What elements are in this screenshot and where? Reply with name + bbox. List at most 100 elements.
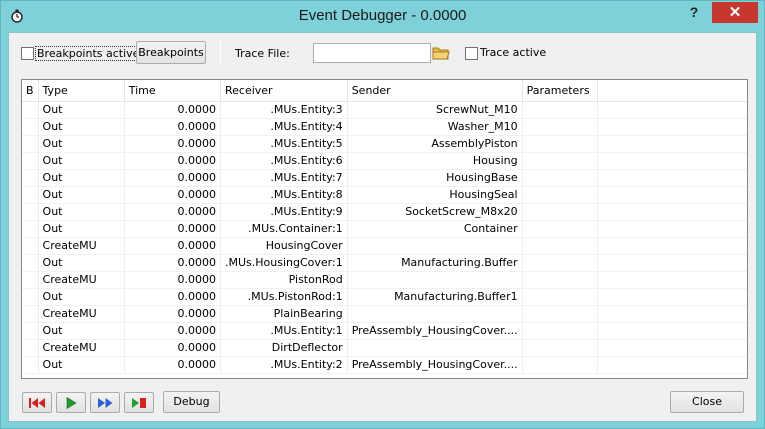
table-row[interactable]: Out 0.0000 .MUs.Entity:9 SocketScrew_M8x20: [22, 203, 747, 221]
table-row[interactable]: Out 0.0000 .MUs.Entity:7 HousingBase: [22, 169, 747, 187]
cell-filler: [597, 237, 747, 255]
column-header-b[interactable]: B: [22, 80, 39, 102]
step-stop-button[interactable]: [124, 392, 154, 413]
cell-filler: [597, 101, 747, 119]
cell-time: 0.0000: [124, 271, 221, 289]
cell-time: 0.0000: [124, 135, 221, 153]
cell-b: [22, 339, 39, 357]
table-row[interactable]: CreateMU 0.0000 HousingCover: [22, 237, 747, 255]
cell-receiver: .MUs.Container:1: [220, 220, 348, 238]
cell-receiver: .MUs.PistonRod:1: [220, 288, 348, 306]
table-row[interactable]: Out 0.0000 .MUs.Entity:2 PreAssembly_Housin…: [22, 356, 747, 374]
cell-time: 0.0000: [124, 220, 221, 238]
cell-b: [22, 288, 39, 306]
cell-b: [22, 186, 39, 204]
window-close-button[interactable]: ✕: [712, 2, 758, 23]
table-row[interactable]: Out 0.0000 .MUs.Entity:8 HousingSeal: [22, 186, 747, 204]
column-header-type[interactable]: Type: [38, 80, 125, 102]
cell-filler: [597, 339, 747, 357]
trace-active-label[interactable]: Trace active: [480, 46, 546, 59]
cell-time: 0.0000: [124, 305, 221, 323]
window-title: Event Debugger - 0.0000: [298, 7, 467, 24]
play-button[interactable]: [56, 392, 86, 413]
cell-sender: HousingBase: [347, 169, 523, 187]
trace-file-input[interactable]: [313, 43, 431, 63]
debug-button[interactable]: Debug: [163, 391, 220, 413]
breakpoints-active-label[interactable]: Breakpoints active: [35, 46, 142, 61]
cell-receiver: .MUs.Entity:6: [220, 152, 348, 170]
cell-time: 0.0000: [124, 288, 221, 306]
column-header-parameters[interactable]: Parameters: [522, 80, 599, 102]
cell-type: Out: [38, 101, 125, 119]
cell-time: 0.0000: [124, 254, 221, 272]
title-bar[interactable]: Event Debugger - 0.0000 ? ✕: [1, 1, 764, 32]
table-row[interactable]: Out 0.0000 .MUs.Entity:1 PreAssembly_Housin…: [22, 322, 747, 340]
cell-sender: Container: [347, 220, 523, 238]
help-button[interactable]: ?: [681, 2, 707, 23]
table-row[interactable]: Out 0.0000 .MUs.PistonRod:1 Manufacturing.B…: [22, 288, 747, 306]
cell-sender: [347, 305, 523, 323]
column-header-time[interactable]: Time: [124, 80, 221, 102]
cell-b: [22, 254, 39, 272]
cell-parameters: [522, 152, 599, 170]
cell-receiver: .MUs.Entity:8: [220, 186, 348, 204]
cell-parameters: [522, 135, 599, 153]
cell-type: Out: [38, 186, 125, 204]
cell-filler: [597, 271, 747, 289]
table-row[interactable]: Out 0.0000 .MUs.Container:1 Container: [22, 220, 747, 238]
cell-filler: [597, 220, 747, 238]
cell-time: 0.0000: [124, 356, 221, 374]
cell-parameters: [522, 169, 599, 187]
close-button[interactable]: Close: [670, 391, 744, 413]
cell-receiver: .MUs.Entity:2: [220, 356, 348, 374]
table-row[interactable]: Out 0.0000 .MUs.Entity:4 Washer_M10: [22, 118, 747, 136]
cell-filler: [597, 305, 747, 323]
cell-sender: SocketScrew_M8x20: [347, 203, 523, 221]
cell-sender: PreAssembly_HousingCover....: [347, 322, 523, 340]
cell-parameters: [522, 101, 599, 119]
rewind-icon: [29, 398, 45, 408]
cell-type: Out: [38, 288, 125, 306]
cell-type: Out: [38, 220, 125, 238]
cell-type: Out: [38, 254, 125, 272]
table-row[interactable]: Out 0.0000 .MUs.Entity:6 Housing: [22, 152, 747, 170]
folder-icon[interactable]: [431, 44, 451, 62]
cell-time: 0.0000: [124, 322, 221, 340]
cell-type: CreateMU: [38, 271, 125, 289]
cell-parameters: [522, 220, 599, 238]
cell-b: [22, 271, 39, 289]
play-icon: [66, 397, 77, 409]
trace-active-checkbox[interactable]: [465, 47, 478, 60]
cell-receiver: .MUs.Entity:3: [220, 101, 348, 119]
fast-forward-button[interactable]: [90, 392, 120, 413]
cell-b: [22, 220, 39, 238]
cell-sender: [347, 237, 523, 255]
cell-parameters: [522, 254, 599, 272]
table-row[interactable]: CreateMU 0.0000 PistonRod: [22, 271, 747, 289]
cell-filler: [597, 254, 747, 272]
cell-sender: Manufacturing.Buffer1: [347, 288, 523, 306]
rewind-button[interactable]: [22, 392, 52, 413]
cell-receiver: PistonRod: [220, 271, 348, 289]
column-header-receiver[interactable]: Receiver: [220, 80, 348, 102]
cell-b: [22, 118, 39, 136]
table-row[interactable]: Out 0.0000 .MUs.Entity:3 ScrewNut_M10: [22, 101, 747, 119]
table-row[interactable]: Out 0.0000 .MUs.HousingCover:1 Manufacturin…: [22, 254, 747, 272]
breakpoints-active-checkbox[interactable]: [21, 47, 34, 60]
table-row[interactable]: CreateMU 0.0000 PlainBearing: [22, 305, 747, 323]
table-row[interactable]: CreateMU 0.0000 DirtDeflector: [22, 339, 747, 357]
cell-type: CreateMU: [38, 339, 125, 357]
table-row[interactable]: Out 0.0000 .MUs.Entity:5 AssemblyPiston: [22, 135, 747, 153]
cell-parameters: [522, 288, 599, 306]
cell-time: 0.0000: [124, 237, 221, 255]
event-list-table[interactable]: B Type Time Receiver Sender Parameters O…: [21, 79, 748, 379]
breakpoints-button[interactable]: Breakpoints: [136, 41, 206, 64]
cell-b: [22, 169, 39, 187]
cell-receiver: PlainBearing: [220, 305, 348, 323]
cell-parameters: [522, 305, 599, 323]
cell-sender: AssemblyPiston: [347, 135, 523, 153]
cell-sender: [347, 271, 523, 289]
cell-receiver: .MUs.Entity:5: [220, 135, 348, 153]
column-header-sender[interactable]: Sender: [347, 80, 523, 102]
cell-time: 0.0000: [124, 339, 221, 357]
